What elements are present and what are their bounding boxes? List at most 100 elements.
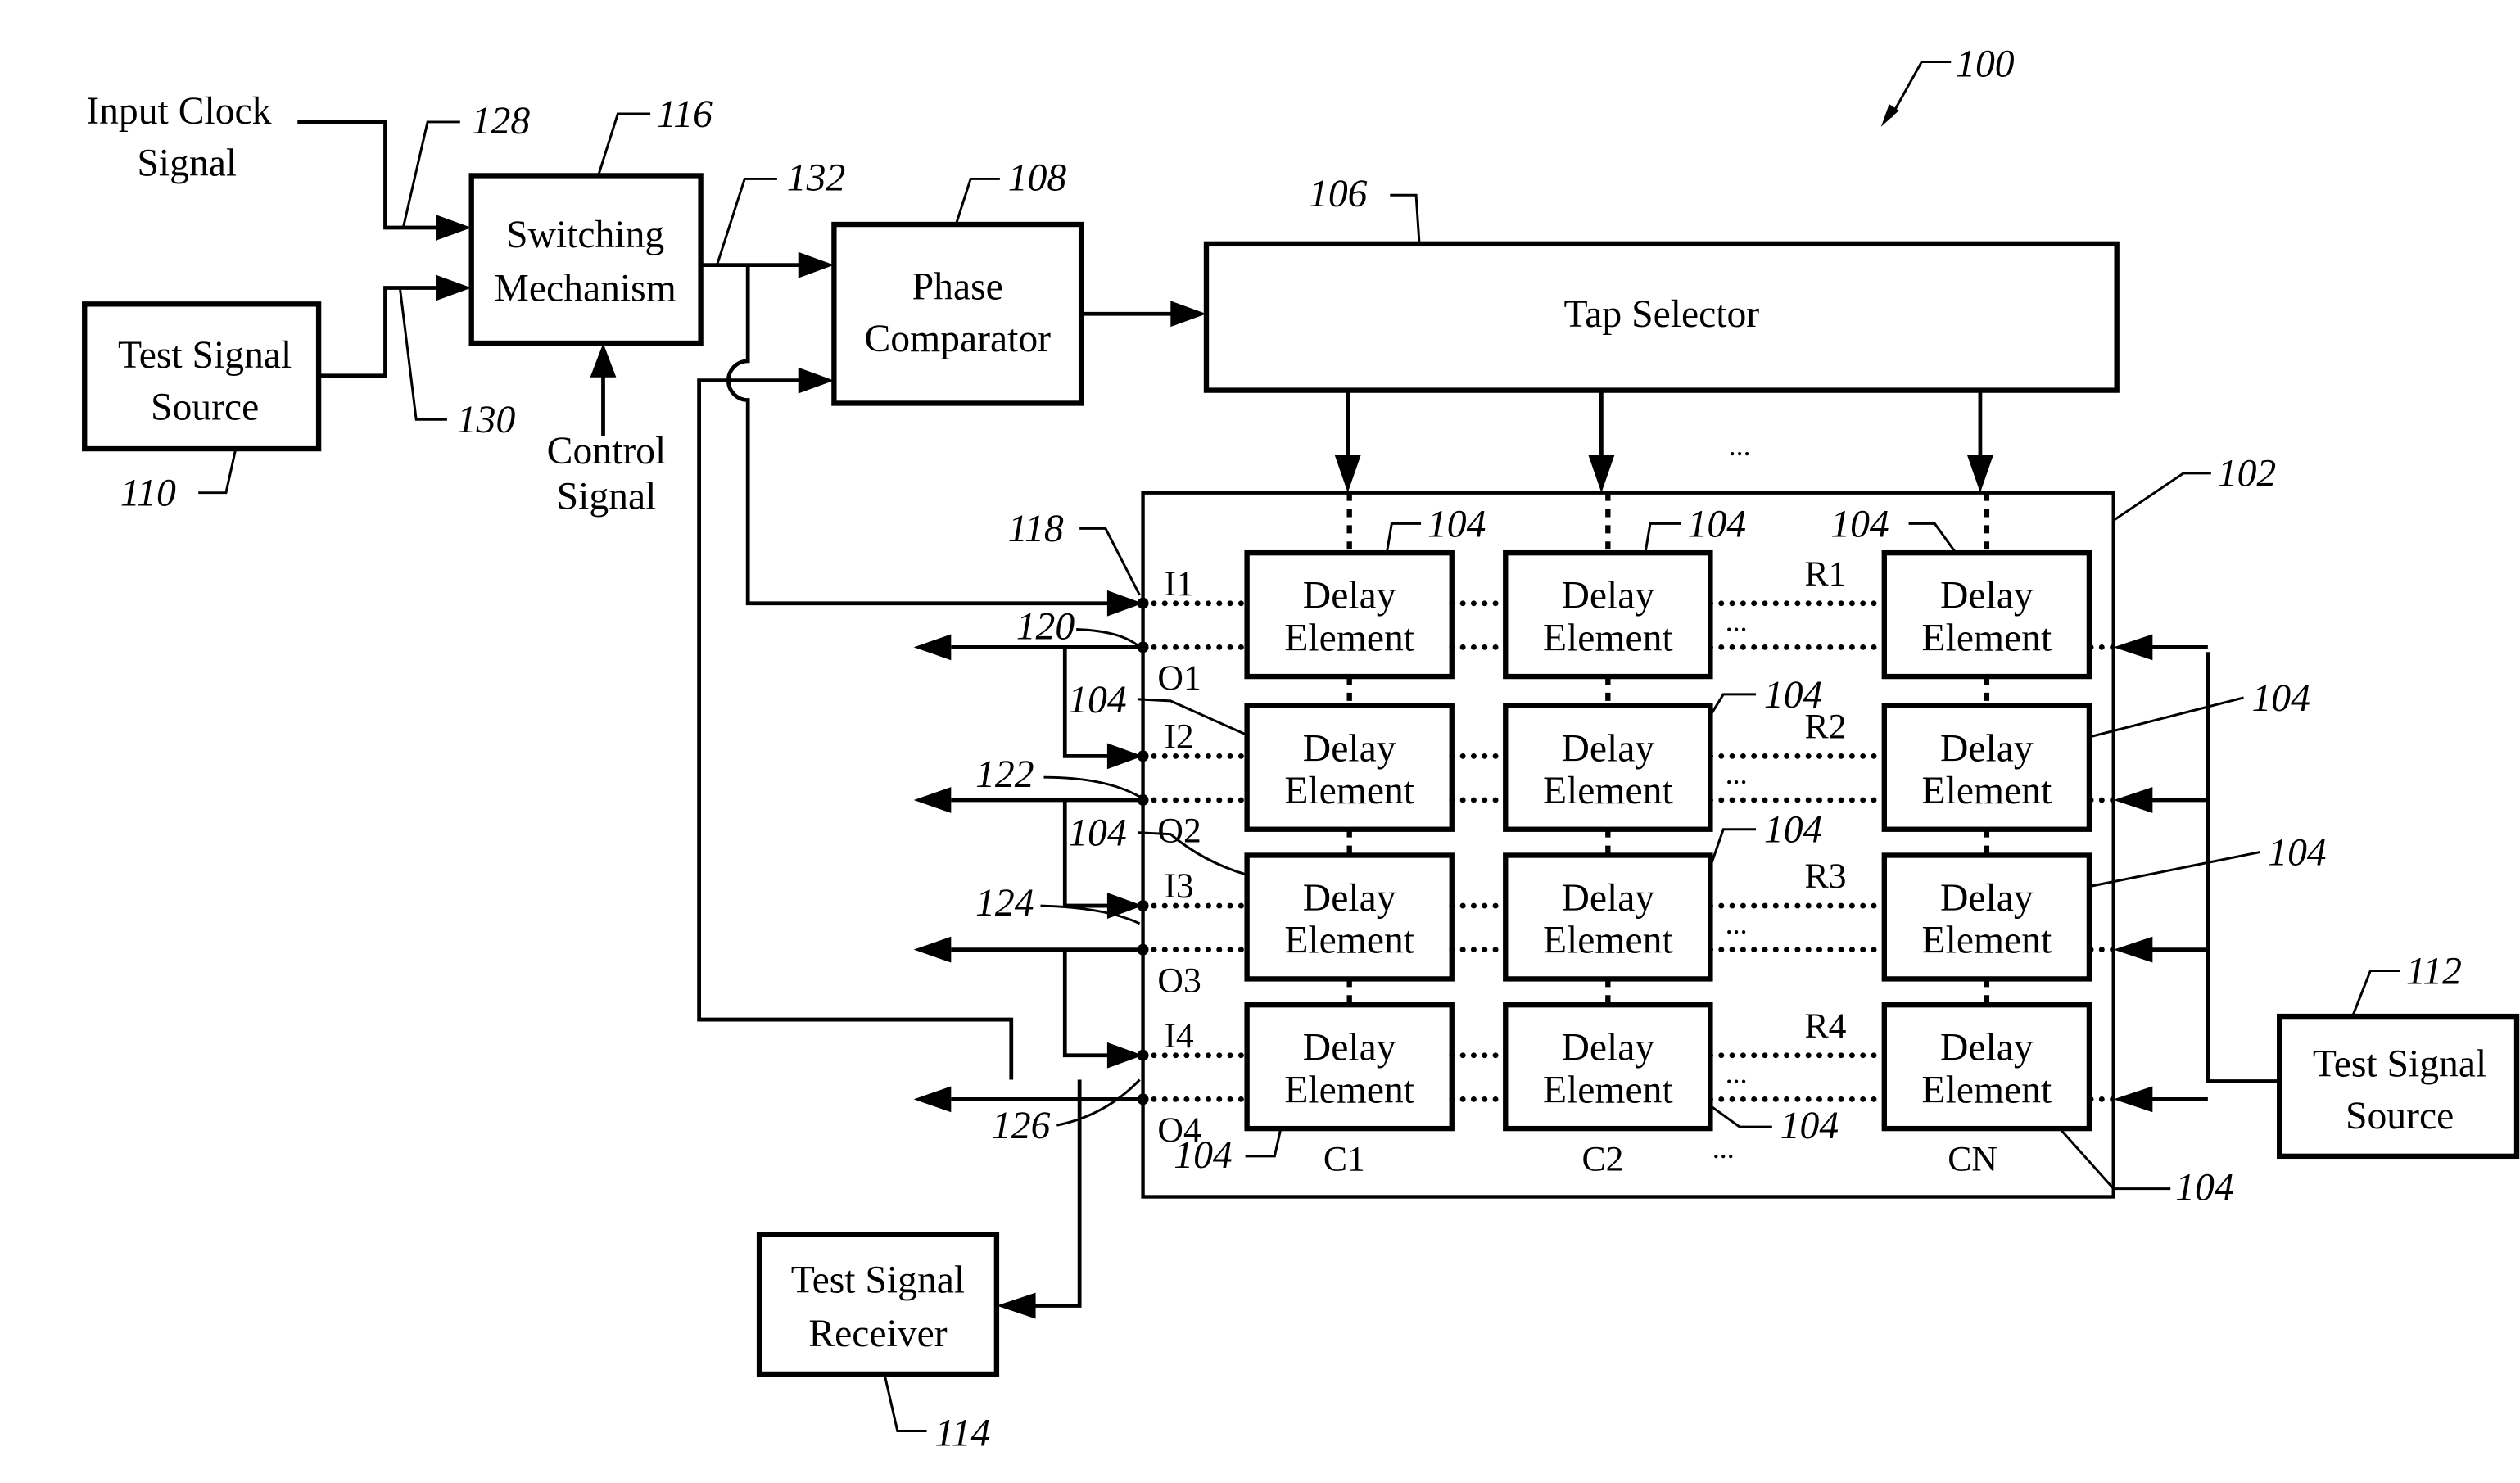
delay-element-line1: Delay xyxy=(1940,877,2034,920)
phase-line1: Phase xyxy=(912,265,1003,308)
output-arrow-icon xyxy=(913,1086,952,1113)
phase-to-tap-arrow-icon xyxy=(1170,301,1206,328)
ref-104-leader xyxy=(1644,522,1681,554)
delay-element: DelayElement xyxy=(1881,703,2092,832)
ref-104-leader xyxy=(1385,522,1422,554)
row-input-label: I3 xyxy=(1164,866,1193,906)
input-clock-line2: Signal xyxy=(137,142,237,184)
test-left-arrow-icon xyxy=(436,274,472,301)
row-label: R4 xyxy=(1805,1006,1847,1046)
tap-out-cn-arrow-icon xyxy=(1967,455,1993,493)
delay-element-line2: Element xyxy=(1284,770,1414,812)
test-source-right-line2: Source xyxy=(2346,1095,2454,1137)
row-ellipsis: ... xyxy=(1726,604,1748,637)
tap-selector: Tap Selector 106 ... xyxy=(1203,173,2120,493)
delay-element-line1: Delay xyxy=(1303,877,1396,920)
ref-118-leader xyxy=(1079,527,1141,596)
ref-104: 104 xyxy=(1830,503,1889,545)
test-right-arrow-icon xyxy=(2113,1086,2153,1113)
output-arrow-icon xyxy=(913,787,952,813)
delay-element: DelayElement xyxy=(1244,703,1455,832)
ref-106-leader xyxy=(1390,193,1421,244)
switching-line2: Mechanism xyxy=(495,267,676,310)
ref-108: 108 xyxy=(1008,156,1067,199)
row-output-label: O1 xyxy=(1157,658,1201,698)
tap-ellipsis: ... xyxy=(1729,429,1751,462)
tap-out-c2-arrow-icon xyxy=(1588,455,1615,493)
tap-label: Tap Selector xyxy=(1563,293,1759,336)
ref-104-leader xyxy=(1709,1105,1772,1128)
delay-element-line2: Element xyxy=(1922,920,2052,962)
column-ellipsis: ... xyxy=(1712,1132,1735,1164)
delay-element-line1: Delay xyxy=(1561,727,1654,770)
receiver-arrow-icon xyxy=(996,1292,1036,1319)
delay-element-line2: Element xyxy=(1284,920,1414,962)
row-input-dots xyxy=(1140,1052,1250,1102)
delay-element: DelayElement xyxy=(1881,549,2092,680)
tap-outputs: ... xyxy=(1334,390,1993,493)
control-arrow-icon xyxy=(590,342,617,378)
ref-102-leader xyxy=(2112,472,2211,522)
clock-arrow-icon xyxy=(436,215,472,241)
phase-box xyxy=(831,221,1084,406)
delay-element: DelayElement xyxy=(1881,852,2092,982)
input-clock-signal: Input Clock Signal 128 xyxy=(86,90,530,241)
row-c1-c2-dots xyxy=(1449,1052,1509,1102)
row-ellipsis: ... xyxy=(1726,907,1748,940)
ref-104-leader xyxy=(1908,522,1957,554)
row-ellipsis: ... xyxy=(1726,1057,1748,1090)
chain-wire xyxy=(1062,949,1114,1058)
figure-ref-leader xyxy=(1889,60,1952,118)
ref-126: 126 xyxy=(992,1105,1051,1147)
ref-104: 104 xyxy=(1174,1134,1232,1177)
delay-element-line2: Element xyxy=(1922,1069,2052,1111)
test-right-arrow-icon xyxy=(2113,634,2153,661)
figure-ref-label: 100 xyxy=(1956,43,2015,85)
delay-element-line1: Delay xyxy=(1303,1027,1396,1069)
ref-102: 102 xyxy=(2218,453,2276,495)
ref-132-leader xyxy=(716,177,777,266)
ref-104: 104 xyxy=(1764,674,1822,717)
ref-132: 132 xyxy=(787,156,845,199)
input-node xyxy=(1137,597,1149,609)
ref-120: 120 xyxy=(1016,605,1075,648)
phase-line2: Comparator xyxy=(864,318,1051,360)
feedback-arrow-icon xyxy=(798,367,835,394)
delay-element-line2: Element xyxy=(1922,617,2052,659)
delay-element: DelayElement xyxy=(1503,549,1713,680)
ref-114: 114 xyxy=(934,1412,990,1454)
input-node xyxy=(1137,750,1149,762)
ref-104-leader xyxy=(2090,851,2260,888)
ref-104: 104 xyxy=(2175,1166,2233,1209)
ref-104-leader xyxy=(1245,1126,1283,1158)
delay-element: DelayElement xyxy=(1881,1002,2092,1132)
delay-element-line2: Element xyxy=(1543,920,1673,962)
delay-element-line1: Delay xyxy=(1561,1027,1654,1069)
delay-element-line1: Delay xyxy=(1561,877,1654,920)
ref-112: 112 xyxy=(2406,950,2462,992)
ref-130: 130 xyxy=(457,399,516,441)
row-input-label: I4 xyxy=(1164,1016,1194,1056)
ref-116-leader xyxy=(597,112,651,176)
delay-element-line2: Element xyxy=(1284,617,1414,659)
ref-114-leader xyxy=(883,1373,927,1432)
row-label: R3 xyxy=(1805,857,1847,896)
figure-reference: 100 xyxy=(1880,43,2015,127)
delay-element-line2: Element xyxy=(1543,770,1673,812)
ref-116: 116 xyxy=(657,93,713,136)
switching-line1: Switching xyxy=(506,214,664,256)
clock-wire xyxy=(297,120,442,230)
delay-element: DelayElement xyxy=(1244,852,1455,982)
tap-out-c1-arrow-icon xyxy=(1334,455,1361,493)
row-ellipsis: ... xyxy=(1726,757,1748,790)
control-line2: Signal xyxy=(557,476,657,518)
ref-104: 104 xyxy=(1688,503,1746,545)
ref-104: 104 xyxy=(1068,679,1126,721)
delay-element-line1: Delay xyxy=(1940,727,2034,770)
output-arrow-icon xyxy=(913,936,952,963)
receiver-line2: Receiver xyxy=(808,1313,947,1355)
ref-128: 128 xyxy=(472,100,531,142)
ref-120-leader xyxy=(1076,627,1141,649)
test-signal-source-left: Test Signal Source 110 130 xyxy=(82,274,516,515)
delay-element-line1: Delay xyxy=(1303,727,1396,770)
